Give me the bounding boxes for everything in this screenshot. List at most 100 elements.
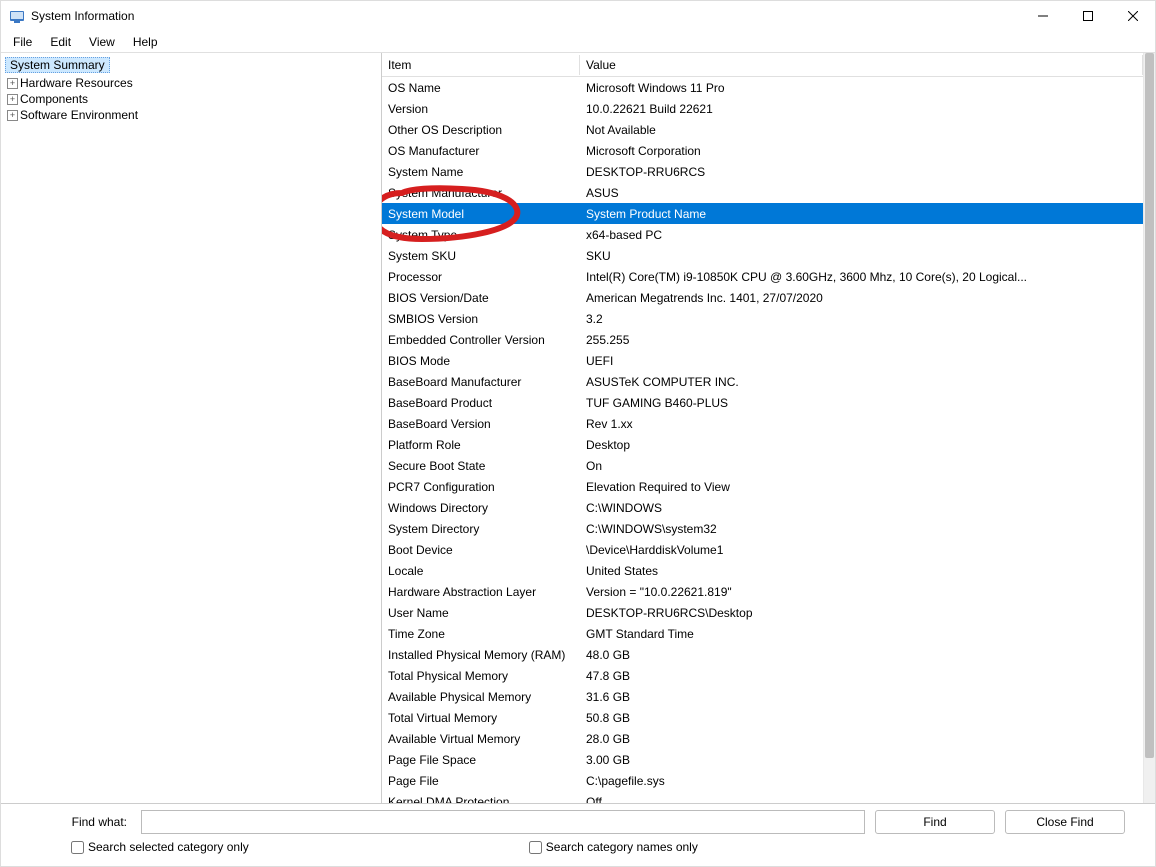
list-row[interactable]: ProcessorIntel(R) Core(TM) i9-10850K CPU… [382,266,1143,287]
expander-icon[interactable]: + [7,78,18,89]
close-find-button[interactable]: Close Find [1005,810,1125,834]
row-item: System Directory [382,522,580,536]
list-row[interactable]: System ManufacturerASUS [382,182,1143,203]
checkbox-icon[interactable] [71,841,84,854]
find-button[interactable]: Find [875,810,995,834]
list-row[interactable]: Available Virtual Memory28.0 GB [382,728,1143,749]
list-row[interactable]: OS ManufacturerMicrosoft Corporation [382,140,1143,161]
list-row[interactable]: Hardware Abstraction LayerVersion = "10.… [382,581,1143,602]
list-row[interactable]: User NameDESKTOP-RRU6RCS\Desktop [382,602,1143,623]
row-value: American Megatrends Inc. 1401, 27/07/202… [580,291,1143,305]
list-row[interactable]: System SKUSKU [382,245,1143,266]
row-item: Other OS Description [382,123,580,137]
list-row[interactable]: Boot Device\Device\HarddiskVolume1 [382,539,1143,560]
row-item: BIOS Version/Date [382,291,580,305]
search-category-names-checkbox[interactable]: Search category names only [529,840,698,854]
row-item: Embedded Controller Version [382,333,580,347]
tree-item-components[interactable]: + Components [1,91,381,107]
list-row[interactable]: System ModelSystem Product Name [382,203,1143,224]
row-item: System Manufacturer [382,186,580,200]
row-item: Platform Role [382,438,580,452]
close-button[interactable] [1110,1,1155,31]
row-item: Boot Device [382,543,580,557]
row-value: ASUSTeK COMPUTER INC. [580,375,1143,389]
checkbox-icon[interactable] [529,841,542,854]
list-row[interactable]: BaseBoard ProductTUF GAMING B460-PLUS [382,392,1143,413]
list-row[interactable]: Total Physical Memory47.8 GB [382,665,1143,686]
row-item: SMBIOS Version [382,312,580,326]
row-item: Installed Physical Memory (RAM) [382,648,580,662]
row-value: Microsoft Windows 11 Pro [580,81,1143,95]
list-row[interactable]: BIOS ModeUEFI [382,350,1143,371]
list-row[interactable]: Windows DirectoryC:\WINDOWS [382,497,1143,518]
list-row[interactable]: Page FileC:\pagefile.sys [382,770,1143,791]
checkbox-label: Search selected category only [88,840,249,854]
tree-item-software-environment[interactable]: + Software Environment [1,107,381,123]
row-item: Secure Boot State [382,459,580,473]
row-item: BaseBoard Version [382,417,580,431]
row-value: 31.6 GB [580,690,1143,704]
row-value: x64-based PC [580,228,1143,242]
tree-pane[interactable]: System Summary + Hardware Resources + Co… [1,53,382,803]
menu-edit[interactable]: Edit [42,33,79,51]
list-row[interactable]: System NameDESKTOP-RRU6RCS [382,161,1143,182]
expander-icon[interactable]: + [7,94,18,105]
list-row[interactable]: Available Physical Memory31.6 GB [382,686,1143,707]
list-row[interactable]: LocaleUnited States [382,560,1143,581]
row-value: Desktop [580,438,1143,452]
tree-item-hardware-resources[interactable]: + Hardware Resources [1,75,381,91]
row-value: TUF GAMING B460-PLUS [580,396,1143,410]
list-pane: Item Value OS NameMicrosoft Windows 11 P… [382,53,1155,803]
row-item: System Model [382,207,580,221]
menu-view[interactable]: View [81,33,123,51]
menu-file[interactable]: File [5,33,40,51]
app-icon [9,8,25,24]
list-row[interactable]: System Typex64-based PC [382,224,1143,245]
list-row[interactable]: BIOS Version/DateAmerican Megatrends Inc… [382,287,1143,308]
row-item: Available Virtual Memory [382,732,580,746]
column-header-item[interactable]: Item [382,55,580,75]
find-input[interactable] [141,810,865,834]
list-row[interactable]: Installed Physical Memory (RAM)48.0 GB [382,644,1143,665]
row-value: 28.0 GB [580,732,1143,746]
search-selected-category-checkbox[interactable]: Search selected category only [71,840,249,854]
menubar: File Edit View Help [1,31,1155,53]
list-row[interactable]: BaseBoard VersionRev 1.xx [382,413,1143,434]
row-item: OS Name [382,81,580,95]
list-row[interactable]: Kernel DMA ProtectionOff [382,791,1143,803]
row-item: Time Zone [382,627,580,641]
row-item: Hardware Abstraction Layer [382,585,580,599]
row-value: Version = "10.0.22621.819" [580,585,1143,599]
find-bar: Find what: Find Close Find Search select… [1,804,1155,866]
list-row[interactable]: Time ZoneGMT Standard Time [382,623,1143,644]
list-row[interactable]: Total Virtual Memory50.8 GB [382,707,1143,728]
list-row[interactable]: Version10.0.22621 Build 22621 [382,98,1143,119]
row-value: UEFI [580,354,1143,368]
row-item: Total Physical Memory [382,669,580,683]
list-row[interactable]: BaseBoard ManufacturerASUSTeK COMPUTER I… [382,371,1143,392]
row-value: C:\WINDOWS [580,501,1143,515]
list-row[interactable]: PCR7 ConfigurationElevation Required to … [382,476,1143,497]
scrollbar-thumb[interactable] [1145,53,1154,758]
row-item: Version [382,102,580,116]
row-value: United States [580,564,1143,578]
titlebar[interactable]: System Information [1,1,1155,31]
list-row[interactable]: System DirectoryC:\WINDOWS\system32 [382,518,1143,539]
row-item: System SKU [382,249,580,263]
menu-help[interactable]: Help [125,33,166,51]
list-row[interactable]: Secure Boot StateOn [382,455,1143,476]
list-row[interactable]: Platform RoleDesktop [382,434,1143,455]
list-row[interactable]: Page File Space3.00 GB [382,749,1143,770]
minimize-button[interactable] [1020,1,1065,31]
expander-icon[interactable]: + [7,110,18,121]
list-row[interactable]: Other OS DescriptionNot Available [382,119,1143,140]
list-row[interactable]: SMBIOS Version3.2 [382,308,1143,329]
column-header-value[interactable]: Value [580,55,1143,75]
list-row[interactable]: OS NameMicrosoft Windows 11 Pro [382,77,1143,98]
maximize-button[interactable] [1065,1,1110,31]
tree-root-system-summary[interactable]: System Summary [5,57,110,73]
vertical-scrollbar[interactable] [1143,53,1155,803]
row-value: Intel(R) Core(TM) i9-10850K CPU @ 3.60GH… [580,270,1143,284]
list-body[interactable]: Item Value OS NameMicrosoft Windows 11 P… [382,53,1143,803]
list-row[interactable]: Embedded Controller Version255.255 [382,329,1143,350]
